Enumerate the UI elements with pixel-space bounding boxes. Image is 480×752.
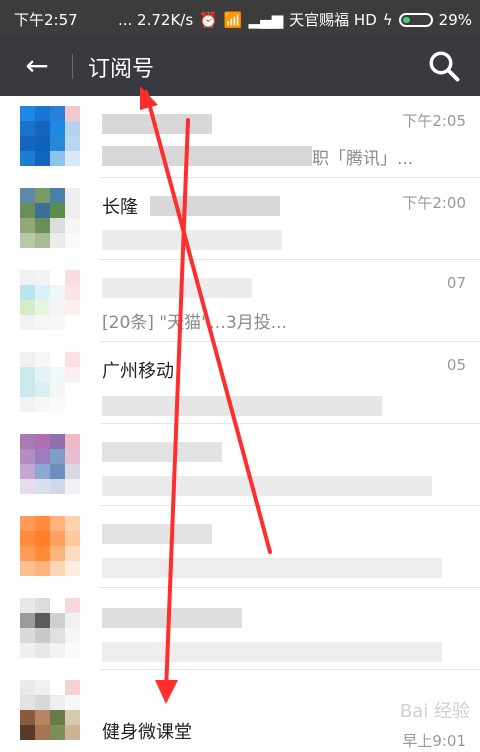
blurred-name: [102, 278, 252, 298]
list-item[interactable]: [0, 588, 480, 670]
item-snippet: [20条] "天猫"…3月投...: [102, 313, 287, 333]
avatar: [20, 188, 80, 248]
battery-icon: [398, 12, 433, 27]
blurred-name: [102, 524, 212, 544]
blurred-name: [102, 114, 212, 134]
signal-icon: ▂▄▆: [248, 10, 284, 29]
list-item[interactable]: 广州移动 05: [0, 342, 480, 424]
avatar: [20, 434, 80, 494]
list-item[interactable]: [0, 424, 480, 506]
charging-icon: ϟ: [382, 10, 393, 29]
blurred-snippet: [102, 476, 432, 496]
item-time: 早上9:01: [402, 732, 466, 750]
app-bar: ← 订阅号: [0, 36, 480, 96]
blurred-snippet: [102, 558, 442, 578]
item-time: 07: [446, 274, 466, 292]
list-item[interactable]: 下午2:05 职「腾讯」...: [0, 96, 480, 178]
list-item[interactable]: 07 [20条] "天猫"…3月投...: [0, 260, 480, 342]
page-title: 订阅号: [88, 57, 155, 82]
blurred-snippet: [102, 230, 282, 250]
item-snippet: 职「腾讯」...: [312, 149, 414, 169]
avatar: [20, 352, 80, 412]
avatar: [20, 680, 80, 740]
avatar: [20, 106, 80, 166]
list-item[interactable]: [0, 506, 480, 588]
blurred-name: [150, 196, 280, 216]
item-time: 05: [446, 356, 466, 374]
watermark: Bai 经验: [399, 701, 470, 722]
list-item[interactable]: 长隆 下午2:00: [0, 178, 480, 260]
blurred-snippet: [102, 396, 382, 416]
appbar-separator: [72, 54, 73, 79]
carrier-name: 天官赐福 HD: [289, 11, 377, 29]
blurred-snippet: [102, 146, 312, 166]
back-arrow-icon[interactable]: ←: [20, 49, 54, 83]
item-name: 广州移动: [102, 361, 174, 382]
status-right: ... 2.72K/s ⏰ 📶 ▂▄▆ 天官赐福 HD ϟ 29%: [118, 9, 472, 30]
avatar: [20, 270, 80, 330]
blurred-snippet: [102, 642, 442, 662]
avatar: [20, 598, 80, 658]
wifi-icon: 📶: [223, 10, 243, 29]
battery-level: 29%: [438, 10, 472, 29]
search-icon[interactable]: [426, 48, 462, 84]
item-name: 健身微课堂: [102, 722, 192, 743]
network-speed: ... 2.72K/s: [117, 10, 194, 29]
status-bar: 下午2:57 ... 2.72K/s ⏰ 📶 ▂▄▆ 天官赐福 HD ϟ 29%: [0, 0, 480, 36]
avatar: [20, 516, 80, 576]
blurred-name: [102, 608, 242, 628]
blurred-name: [102, 442, 222, 462]
item-time: 下午2:00: [402, 194, 466, 212]
status-time: 下午2:57: [14, 11, 78, 29]
alarm-icon: ⏰: [199, 10, 218, 29]
subscription-list: 下午2:05 职「腾讯」... 长隆 下午2:00 07 [20条] "天猫"……: [0, 96, 480, 750]
item-name: 长隆: [102, 197, 138, 218]
item-time: 下午2:05: [402, 112, 466, 130]
